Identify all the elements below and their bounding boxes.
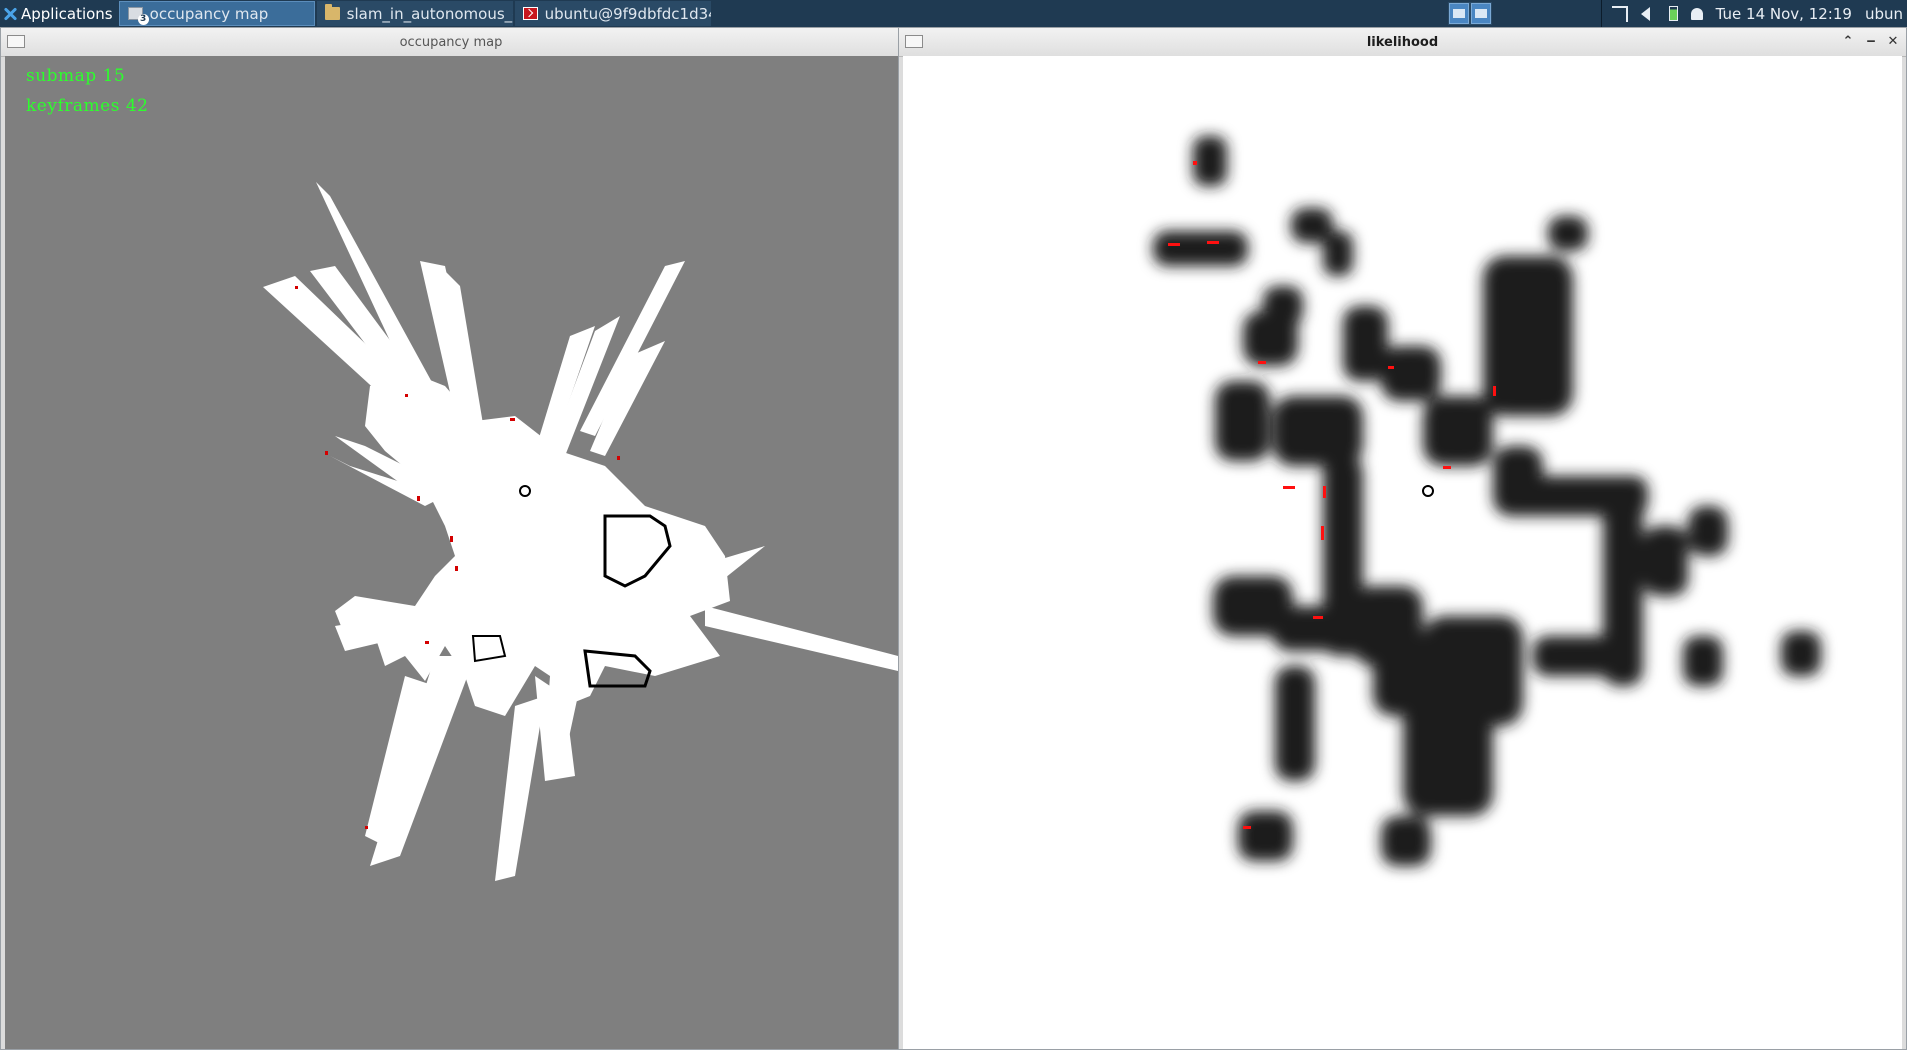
folder-icon [324,4,340,20]
top-panel: Applications 3 occupancy map slam_in_aut… [0,0,1907,28]
task-label: slam_in_autonomous_d... [346,4,513,23]
clock[interactable]: Tue 14 Nov, 12:19 [1716,5,1852,23]
robot-pose-marker [1422,485,1434,497]
xfce-logo-icon [3,7,17,21]
occupancy-map-window: occupancy map submap 15 keyframes 42 [0,27,902,1050]
window-count-badge: 3 [137,14,149,25]
likelihood-field-canvas[interactable] [903,56,1902,1049]
task-occupancy-map[interactable]: 3 occupancy map [118,1,315,26]
shade-button[interactable]: ⌃ [1840,34,1856,49]
bell-icon[interactable] [1690,7,1703,20]
applications-menu-label: Applications [21,4,113,23]
workspace-1[interactable] [1449,3,1469,24]
likelihood-field-render [1153,136,1821,866]
task-terminal[interactable]: ubuntu@9f9dbfdc1d34: ... [514,1,711,26]
task-file-manager[interactable]: slam_in_autonomous_d... [316,1,513,26]
likelihood-blobs [1153,136,1821,866]
likelihood-titlebar[interactable]: likelihood ⌃ ‒ ✕ [899,28,1906,57]
network-icon[interactable] [1611,5,1628,22]
occupancy-map-canvas[interactable]: submap 15 keyframes 42 [5,56,898,1049]
occupancy-grid-render [263,182,898,881]
battery-icon[interactable] [1668,6,1678,21]
window-menu-button[interactable] [905,35,923,48]
workspace-switcher [1448,2,1492,25]
applications-menu[interactable]: Applications [0,0,119,27]
likelihood-window: likelihood ⌃ ‒ ✕ [898,27,1907,1050]
close-button[interactable]: ✕ [1885,34,1901,49]
volume-icon[interactable] [1640,6,1650,21]
workspace-2[interactable] [1471,3,1491,24]
system-tray: Tue 14 Nov, 12:19 ubun [1600,0,1907,27]
task-label: ubuntu@9f9dbfdc1d34: ... [544,4,711,23]
occupancy-map-titlebar[interactable]: occupancy map [1,28,901,57]
window-title: occupancy map [399,34,503,50]
minimize-button[interactable]: ‒ [1863,34,1879,49]
window-icon: 3 [127,7,149,25]
terminal-icon [522,7,538,20]
window-title: likelihood [1366,34,1439,50]
user-menu[interactable]: ubun [1865,5,1903,23]
free-space [263,182,898,881]
task-label: occupancy map [149,4,269,23]
window-menu-button[interactable] [7,35,25,48]
